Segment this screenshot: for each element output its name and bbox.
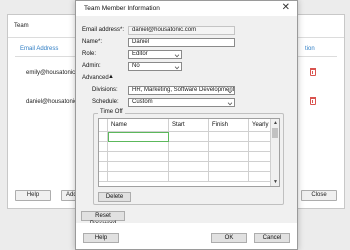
- grid-cell[interactable]: [108, 172, 169, 182]
- grid-cell[interactable]: [249, 172, 272, 182]
- dialog-titlebar: Team Member Information ✕: [76, 1, 297, 16]
- role-label: Role:: [82, 51, 97, 57]
- grid-cell[interactable]: [209, 132, 249, 142]
- row-header[interactable]: [99, 152, 108, 162]
- row-header-corner: [99, 119, 108, 132]
- dialog-footer: Help OK Cancel: [76, 223, 297, 249]
- grid-cell[interactable]: [209, 142, 249, 152]
- team-member-dialog: Team Member Information ✕ Email address*…: [75, 0, 298, 250]
- grid-cell[interactable]: [169, 142, 209, 152]
- column-header-start[interactable]: Start: [169, 119, 209, 132]
- help-button[interactable]: Help: [83, 233, 119, 243]
- time-off-title: Time Off: [98, 109, 125, 115]
- delete-member-icon[interactable]: [310, 97, 316, 105]
- grid-cell[interactable]: [169, 172, 209, 182]
- schedule-value: Custom: [132, 99, 153, 105]
- cancel-button[interactable]: Cancel: [254, 233, 290, 243]
- grid-cell[interactable]: [169, 132, 209, 142]
- grid-cell[interactable]: [209, 152, 249, 162]
- role-value: Editor: [132, 51, 148, 57]
- row-header[interactable]: [99, 172, 108, 182]
- divisions-label: Divisions:: [92, 87, 118, 93]
- row-header[interactable]: [99, 142, 108, 152]
- column-header-yearly[interactable]: Yearly: [249, 119, 272, 132]
- help-button[interactable]: Help: [15, 190, 51, 201]
- chevron-down-icon: [174, 64, 180, 70]
- grid-cell[interactable]: [108, 162, 169, 172]
- name-label: Name*:: [82, 39, 103, 45]
- column-header-name[interactable]: Name: [108, 119, 169, 132]
- selected-cell[interactable]: [108, 132, 169, 142]
- grid-cell[interactable]: [249, 142, 272, 152]
- reset-password-button[interactable]: Reset Password: [81, 211, 125, 227]
- schedule-select[interactable]: Custom: [128, 98, 235, 107]
- divisions-value: HR, Marketing, Software Development: [132, 87, 235, 93]
- delete-member-icon[interactable]: [310, 68, 316, 76]
- admin-value: No: [132, 63, 140, 69]
- dialog-title: Team Member Information: [84, 5, 160, 12]
- grid-cell[interactable]: [108, 152, 169, 162]
- column-header-finish[interactable]: Finish: [209, 119, 249, 132]
- row-header[interactable]: [99, 162, 108, 172]
- divisions-select[interactable]: HR, Marketing, Software Development: [128, 86, 235, 95]
- time-off-grid[interactable]: Name Start Finish Yearly: [98, 118, 280, 187]
- scroll-up-icon[interactable]: ▲: [271, 119, 280, 127]
- close-button[interactable]: Close: [301, 190, 337, 201]
- name-field[interactable]: Daniel: [128, 38, 235, 47]
- close-icon[interactable]: ✕: [282, 2, 290, 14]
- grid-cell[interactable]: [169, 162, 209, 172]
- scroll-down-icon[interactable]: ▼: [271, 178, 280, 186]
- grid-cell[interactable]: [209, 172, 249, 182]
- grid-cell[interactable]: [249, 152, 272, 162]
- column-header-email[interactable]: Email Address: [20, 46, 58, 52]
- role-select[interactable]: Editor: [128, 50, 182, 59]
- scroll-thumb[interactable]: [272, 128, 278, 138]
- email-label: Email address*:: [82, 27, 125, 33]
- grid-cell[interactable]: [249, 132, 272, 142]
- column-header-action: tion: [305, 46, 315, 52]
- chevron-down-icon: [174, 52, 180, 58]
- grid-cell[interactable]: [108, 142, 169, 152]
- admin-label: Admin:: [82, 63, 101, 69]
- grid-cell[interactable]: [209, 162, 249, 172]
- ok-button[interactable]: OK: [211, 233, 247, 243]
- chevron-down-icon: [227, 100, 233, 106]
- grid-cell[interactable]: [169, 152, 209, 162]
- grid-cell[interactable]: [249, 162, 272, 172]
- collapse-icon[interactable]: ▲: [108, 74, 114, 80]
- delete-button[interactable]: Delete: [98, 192, 131, 202]
- team-window-title: Team: [14, 23, 29, 29]
- grid-scrollbar[interactable]: ▲ ▼: [270, 119, 279, 186]
- email-field: daniel@housatonic.com: [128, 26, 235, 35]
- schedule-label: Schedule:: [92, 99, 119, 105]
- row-header[interactable]: [99, 132, 108, 142]
- admin-select[interactable]: No: [128, 62, 182, 71]
- advanced-label[interactable]: Advanced: [82, 75, 109, 81]
